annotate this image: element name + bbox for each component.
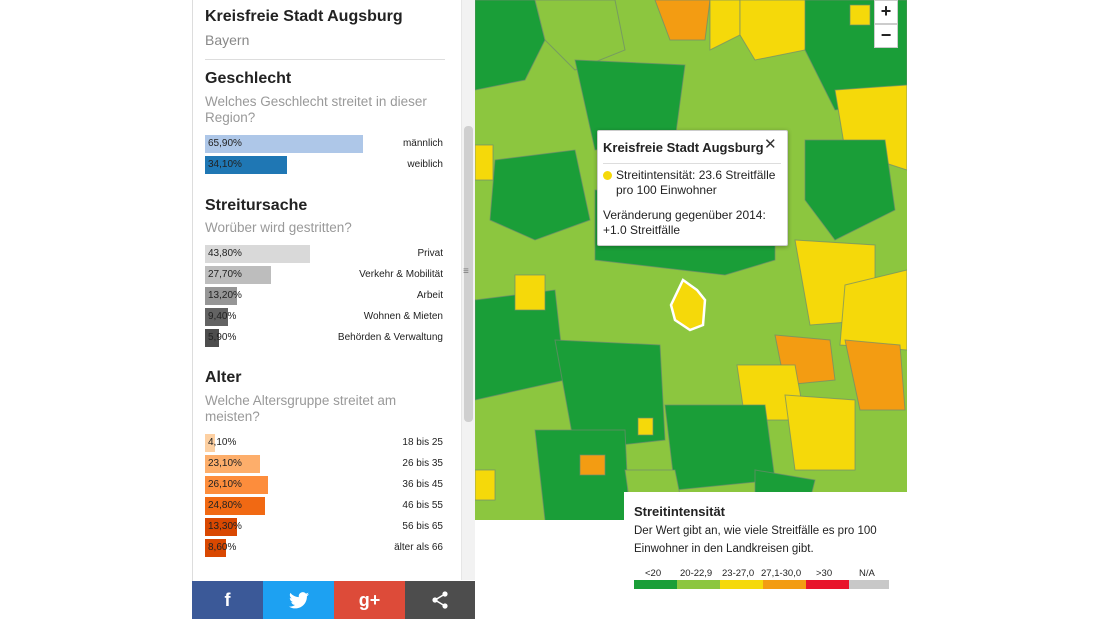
bar-row: 65,90% männlich: [205, 135, 443, 155]
bar-value: 24,80%: [208, 500, 242, 511]
map-legend: Streitintensität Der Wert gibt an, wie v…: [624, 492, 907, 619]
legend-label: 27,1-30,0: [761, 568, 802, 579]
section-title-cause: Streitursache: [205, 197, 308, 214]
popup-divider: [603, 163, 781, 164]
section-question-gender: Welches Geschlecht streitet in dieser Re…: [205, 94, 427, 125]
popup-intensity: Streitintensität: 23.6 Streitfälle pro 1…: [616, 168, 776, 197]
bar-value: 13,20%: [208, 290, 242, 301]
region-title: Kreisfreie Stadt Augsburg: [205, 8, 403, 25]
bar-label: männlich: [402, 138, 443, 149]
twitter-icon: [288, 591, 309, 608]
bar-label: 26 bis 35: [402, 458, 443, 469]
bar-label: Behörden & Verwaltung: [337, 332, 443, 343]
legend-title: Streitintensität: [634, 504, 726, 519]
bar-row: 13,20% Arbeit: [205, 287, 443, 307]
twitter-share-button[interactable]: [263, 581, 334, 619]
bar-value: 65,90%: [208, 138, 242, 149]
legend-swatch: [677, 580, 720, 589]
resize-grip-icon[interactable]: ≡: [463, 266, 469, 277]
facebook-icon: f: [224, 589, 231, 610]
bar-label: 56 bis 65: [402, 521, 443, 532]
share-button[interactable]: [405, 581, 475, 619]
panel-scrollbar[interactable]: [461, 0, 475, 580]
bar-label: 18 bis 25: [402, 437, 443, 448]
bar-row: 4,10% 18 bis 25: [205, 434, 443, 454]
bar-row: 8,60% älter als 66: [205, 539, 443, 559]
legend-swatch: [634, 580, 677, 589]
district: [849, 4, 871, 26]
legend-label: 20-22,9: [680, 568, 713, 579]
district: [784, 394, 856, 471]
bar-value: 23,10%: [208, 458, 242, 469]
section-title-gender: Geschlecht: [205, 70, 292, 87]
legend-label: >30: [816, 568, 833, 579]
section-question-cause: Worüber wird gestritten?: [205, 220, 352, 235]
bar-label: Verkehr & Mobilität: [359, 269, 443, 280]
bar-row: 5,90% Behörden & Verwaltung: [205, 329, 443, 349]
popup-change: Veränderung gegenüber 2014: +1.0 Streitf…: [603, 208, 766, 237]
bar-label: Wohnen & Mieten: [363, 311, 443, 322]
legend-label: <20: [645, 568, 662, 579]
bar-value: 43,80%: [208, 248, 242, 259]
bar-label: weiblich: [407, 159, 443, 170]
detail-panel: Kreisfreie Stadt Augsburg Bayern ✕ Gesch…: [192, 0, 476, 619]
bar-row: 23,10% 26 bis 35: [205, 455, 443, 475]
map-empty-area: [475, 520, 625, 619]
bar-row: 13,30% 56 bis 65: [205, 518, 443, 538]
bar-value: 34,10%: [208, 159, 242, 170]
legend-label: N/A: [859, 568, 875, 579]
bar-row: 27,70% Verkehr & Mobilität: [205, 266, 443, 286]
zoom-out-button[interactable]: −: [874, 24, 898, 48]
legend-label: 23-27,0: [722, 568, 755, 579]
popup-title: Kreisfreie Stadt Augsburg: [603, 140, 764, 155]
share-bar: f g+: [192, 581, 475, 619]
bar-value: 8,60%: [208, 542, 237, 553]
divider: [205, 59, 445, 60]
section-title-age: Alter: [205, 369, 242, 386]
bar-value: 5,90%: [208, 332, 237, 343]
bar-value: 9,40%: [208, 311, 237, 322]
bar-value: 26,10%: [208, 479, 242, 490]
zoom-in-button[interactable]: +: [874, 0, 898, 24]
facebook-share-button[interactable]: f: [192, 581, 263, 619]
share-icon: [432, 591, 448, 609]
section-question-age: Welche Altersgruppe streitet am meisten?: [205, 393, 397, 424]
region-state: Bayern: [205, 32, 250, 48]
map-popup: Kreisfreie Stadt Augsburg ✕ Streitintens…: [597, 130, 788, 246]
popup-close-icon[interactable]: ✕: [764, 135, 777, 153]
legend-swatch: [720, 580, 763, 589]
district: [475, 144, 494, 181]
bar-label: Privat: [417, 248, 443, 259]
district: [637, 417, 654, 436]
bar-value: 13,30%: [208, 521, 242, 532]
bar-row: 34,10% weiblich: [205, 156, 443, 176]
bar-label: Arbeit: [416, 290, 443, 301]
bar-row: 43,80% Privat: [205, 245, 443, 265]
intensity-dot-icon: [603, 171, 612, 180]
bar-value: 4,10%: [208, 437, 237, 448]
bar-row: 26,10% 36 bis 45: [205, 476, 443, 496]
district: [514, 274, 546, 311]
googleplus-share-button[interactable]: g+: [334, 581, 405, 619]
bar-label: 46 bis 55: [402, 500, 443, 511]
legend-swatch: [806, 580, 849, 589]
bar-label: älter als 66: [394, 542, 443, 553]
district: [579, 454, 606, 476]
bar-label: 36 bis 45: [402, 479, 443, 490]
bar-row: 9,40% Wohnen & Mieten: [205, 308, 443, 328]
legend-description: Der Wert gibt an, wie viele Streitfälle …: [634, 525, 877, 555]
legend-swatch: [763, 580, 806, 589]
district: [475, 469, 496, 501]
google-plus-icon: g+: [358, 589, 381, 610]
bar-value: 27,70%: [208, 269, 242, 280]
legend-swatch: [849, 580, 889, 589]
bar-row: 24,80% 46 bis 55: [205, 497, 443, 517]
